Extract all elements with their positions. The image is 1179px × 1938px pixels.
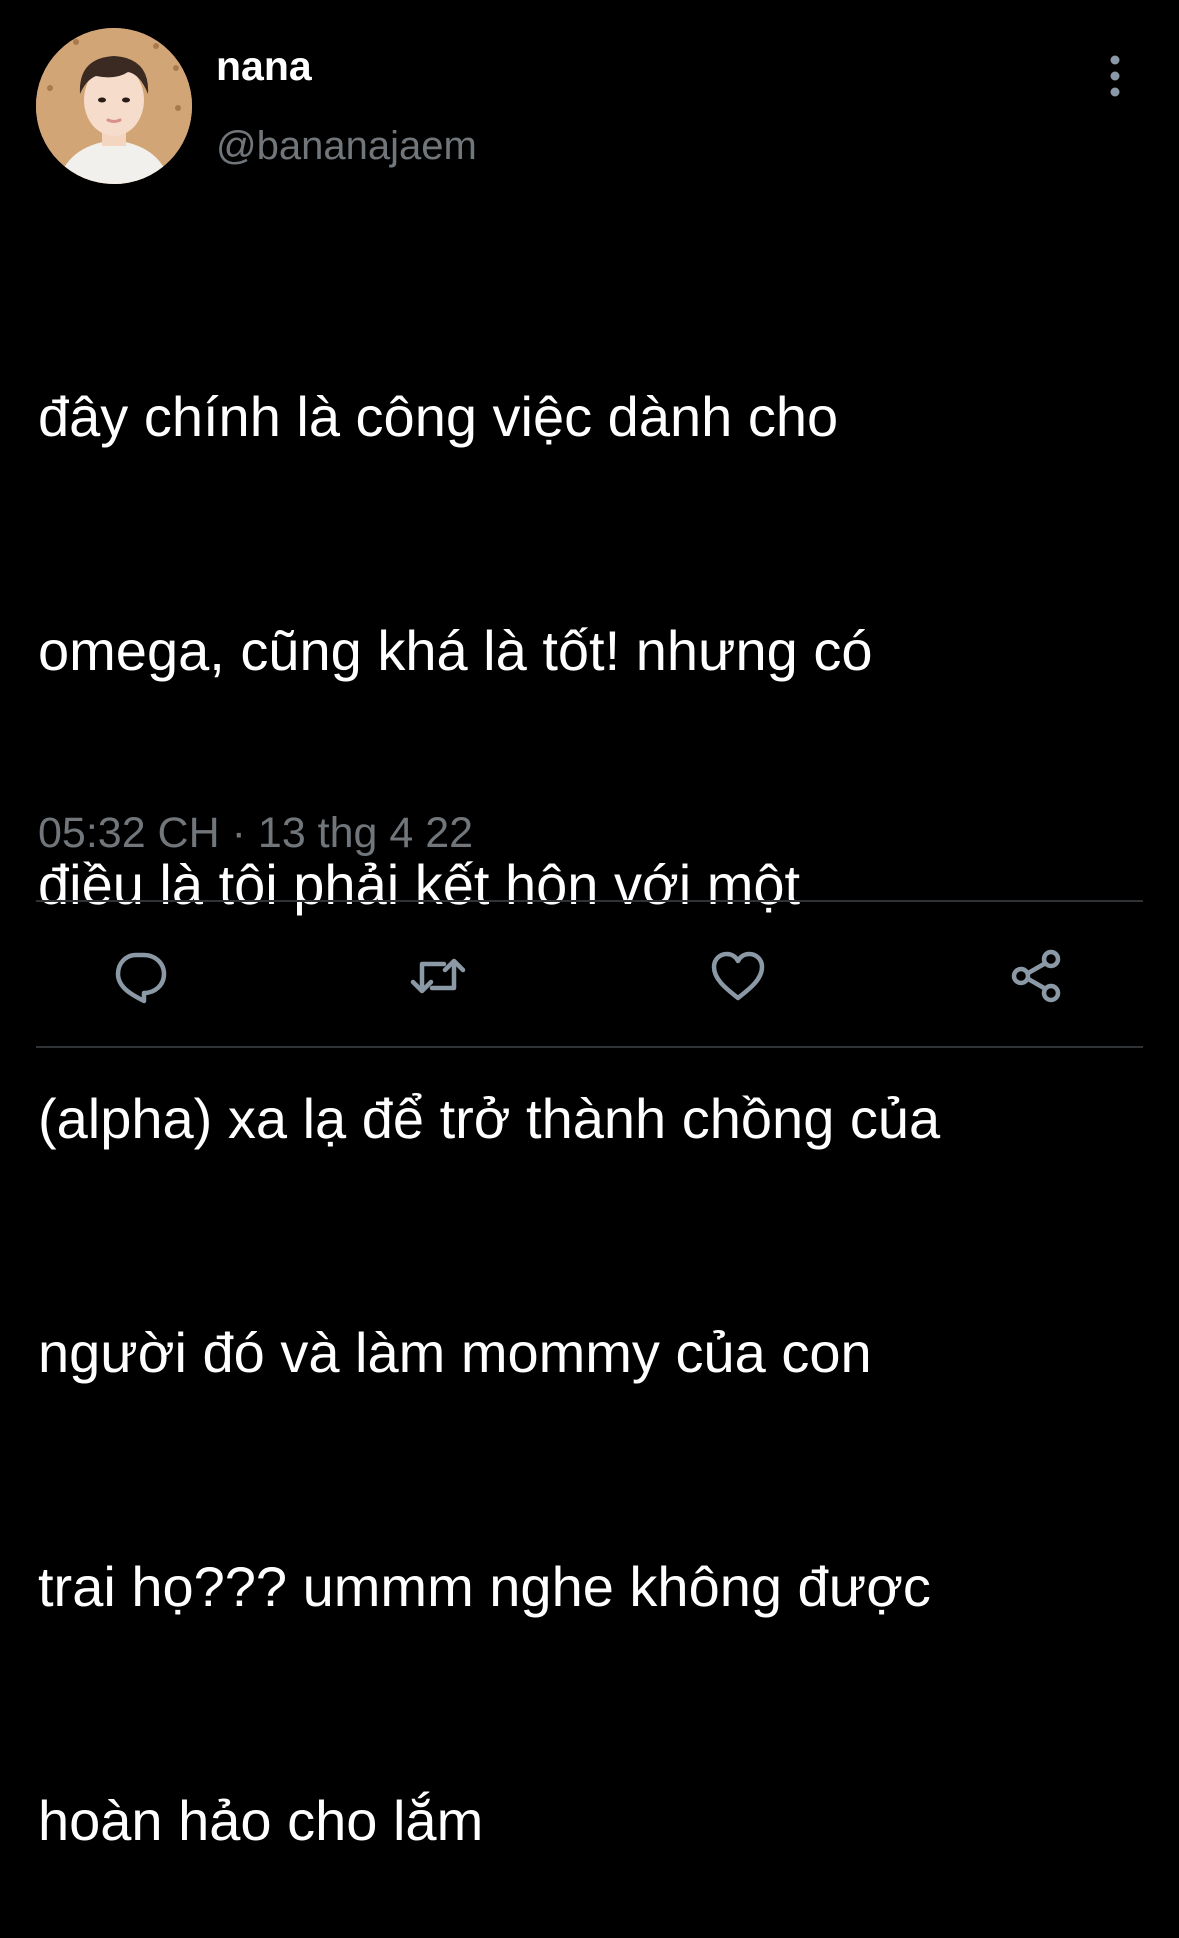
retweet-arrows-icon: [410, 958, 466, 994]
heart-icon: [711, 951, 765, 1001]
more-options-button[interactable]: [1096, 52, 1134, 100]
tweet-text-line: điều là tôi phải kết hôn với một: [38, 853, 801, 916]
tweet-timestamp[interactable]: 05:32 CH · 13 thg 4 22: [38, 812, 473, 855]
vertical-ellipsis-icon: [1110, 55, 1120, 97]
tweet-text-line: (alpha) xa lạ để trở thành chồng của: [38, 1087, 941, 1150]
timestamp-separator: ·: [231, 809, 246, 857]
like-button[interactable]: [706, 944, 770, 1008]
tweet-time: 05:32 CH: [38, 809, 220, 857]
tweet-text-line: người đó và làm mommy của con: [38, 1321, 872, 1384]
comment-bubble-icon: [115, 952, 167, 1004]
avatar-image: [36, 28, 192, 184]
share-button[interactable]: [1005, 944, 1069, 1008]
user-handle[interactable]: @bananajaem: [216, 126, 477, 166]
tweet-text-line: trai họ??? ummm nghe không được: [38, 1555, 931, 1618]
tweet-text-line: đây chính là công việc dành cho: [38, 385, 839, 448]
divider: [36, 1046, 1143, 1048]
divider: [36, 900, 1143, 902]
tweet-date: 13 thg 4 22: [257, 809, 474, 857]
retweet-button[interactable]: [406, 944, 470, 1008]
tweet-text-line: hoàn hảo cho lắm: [38, 1789, 484, 1852]
tweet-text: đây chính là công việc dành cho omega, c…: [38, 222, 1148, 1938]
avatar[interactable]: [36, 28, 192, 184]
reply-button[interactable]: [108, 944, 172, 1008]
display-name[interactable]: nana: [216, 46, 312, 87]
share-nodes-icon: [1011, 949, 1061, 1003]
tweet-text-line: omega, cũng khá là tốt! nhưng có: [38, 619, 873, 682]
